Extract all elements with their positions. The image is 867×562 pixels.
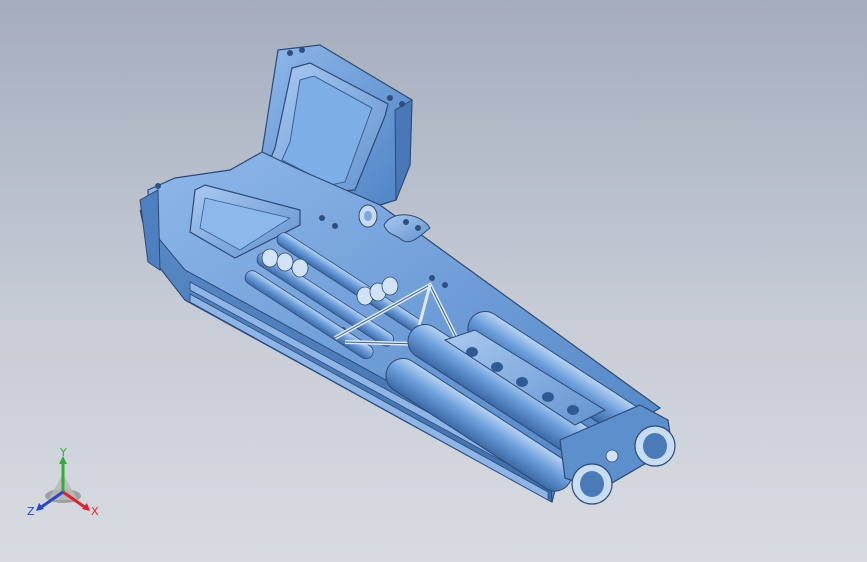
graphics-viewport[interactable]: Y X Z (0, 0, 867, 562)
triad-y-label: Y (59, 448, 67, 459)
orientation-triad: Y X Z (27, 448, 99, 518)
triad-z-label: Z (27, 505, 35, 518)
3d-model-view[interactable] (0, 0, 867, 562)
triad-x-label: X (91, 505, 99, 518)
